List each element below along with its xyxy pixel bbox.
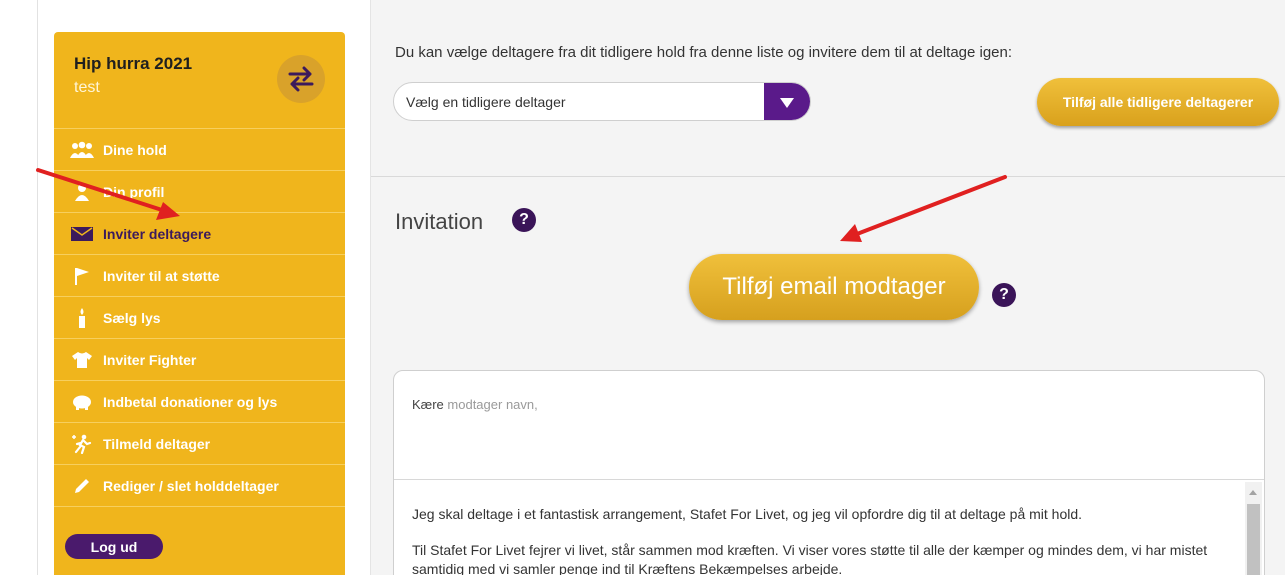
sidebar-item-label: Tilmeld deltager	[103, 435, 211, 452]
recipient-name-placeholder: modtager navn,	[447, 397, 538, 412]
previous-participants-intro: Du kan vælge deltagere fra dit tidligere…	[395, 44, 1013, 61]
sidebar-item-label: Dine hold	[103, 141, 167, 158]
previous-participant-select[interactable]: Vælg en tidligere deltager	[393, 82, 811, 121]
tshirt-icon	[69, 350, 95, 370]
scroll-up-arrow-icon[interactable]	[1249, 490, 1257, 495]
scrollbar-thumb[interactable]	[1247, 504, 1260, 575]
invitation-title: Invitation	[395, 209, 484, 234]
sidebar-item-inviter-deltagere[interactable]: Inviter deltagere	[54, 213, 345, 255]
add-all-previous-button[interactable]: Tilføj alle tidligere deltagerer	[1037, 78, 1279, 126]
message-paragraph: Til Stafet For Livet fejrer vi livet, st…	[412, 542, 1208, 575]
sidebar-item-indbetal[interactable]: Indbetal donationer og lys	[54, 381, 345, 423]
message-greeting: Kære modtager navn,	[412, 397, 538, 412]
invitation-message-editor[interactable]: Kære modtager navn, Jeg skal deltage i e…	[393, 370, 1265, 575]
message-body[interactable]: Jeg skal deltage i et fantastisk arrange…	[412, 505, 1212, 575]
person-icon	[69, 182, 95, 202]
sidebar-item-din-profil[interactable]: Din profil	[54, 171, 345, 213]
select-arrow-button[interactable]	[764, 83, 810, 120]
sidebar-item-label: Inviter deltagere	[103, 225, 212, 242]
runner-plus-icon	[69, 434, 95, 454]
candle-icon	[69, 307, 95, 328]
message-divider	[394, 479, 1264, 480]
page-left-strip	[0, 0, 38, 575]
greeting-prefix: Kære	[412, 397, 448, 412]
add-email-recipient-button[interactable]: Tilføj email modtager	[689, 254, 979, 320]
envelope-icon	[69, 224, 95, 244]
sidebar-item-tilmeld-deltager[interactable]: Tilmeld deltager	[54, 423, 345, 465]
message-scrollbar[interactable]	[1245, 482, 1262, 575]
flag-icon	[69, 266, 95, 286]
select-value: Vælg en tidligere deltager	[406, 94, 566, 110]
switch-team-button[interactable]	[277, 55, 325, 103]
sidebar-item-saelg-lys[interactable]: Sælg lys	[54, 297, 345, 339]
piggy-bank-icon	[69, 392, 95, 412]
sidebar-item-label: Inviter til at støtte	[103, 267, 220, 284]
sidebar-item-rediger-slet[interactable]: Rediger / slet holddeltager	[54, 465, 345, 507]
sidebar-item-inviter-til-at-stotte[interactable]: Inviter til at støtte	[54, 255, 345, 297]
sidebar-item-label: Rediger / slet holddeltager	[103, 477, 279, 494]
swap-arrows-icon	[288, 66, 314, 92]
sidebar-item-label: Sælg lys	[103, 309, 161, 326]
chevron-down-icon	[780, 97, 794, 108]
section-divider	[371, 176, 1285, 177]
sidebar-item-label: Indbetal donationer og lys	[103, 393, 278, 410]
invitation-help-icon[interactable]: ?	[512, 208, 536, 232]
sidebar: Hip hurra 2021 test Dine hold Din profil	[54, 32, 345, 575]
pencil-icon	[69, 476, 95, 496]
main-panel: Du kan vælge deltagere fra dit tidligere…	[370, 0, 1285, 575]
sidebar-item-label: Din profil	[103, 183, 165, 200]
sidebar-item-inviter-fighter[interactable]: Inviter Fighter	[54, 339, 345, 381]
sidebar-item-dine-hold[interactable]: Dine hold	[54, 129, 345, 171]
people-icon	[69, 140, 95, 160]
team-header: Hip hurra 2021 test	[54, 32, 345, 129]
add-email-help-icon[interactable]: ?	[992, 283, 1016, 307]
sidebar-item-label: Inviter Fighter	[103, 351, 197, 368]
message-paragraph: Jeg skal deltage i et fantastisk arrange…	[412, 506, 1083, 522]
logout-button[interactable]: Log ud	[65, 534, 163, 559]
